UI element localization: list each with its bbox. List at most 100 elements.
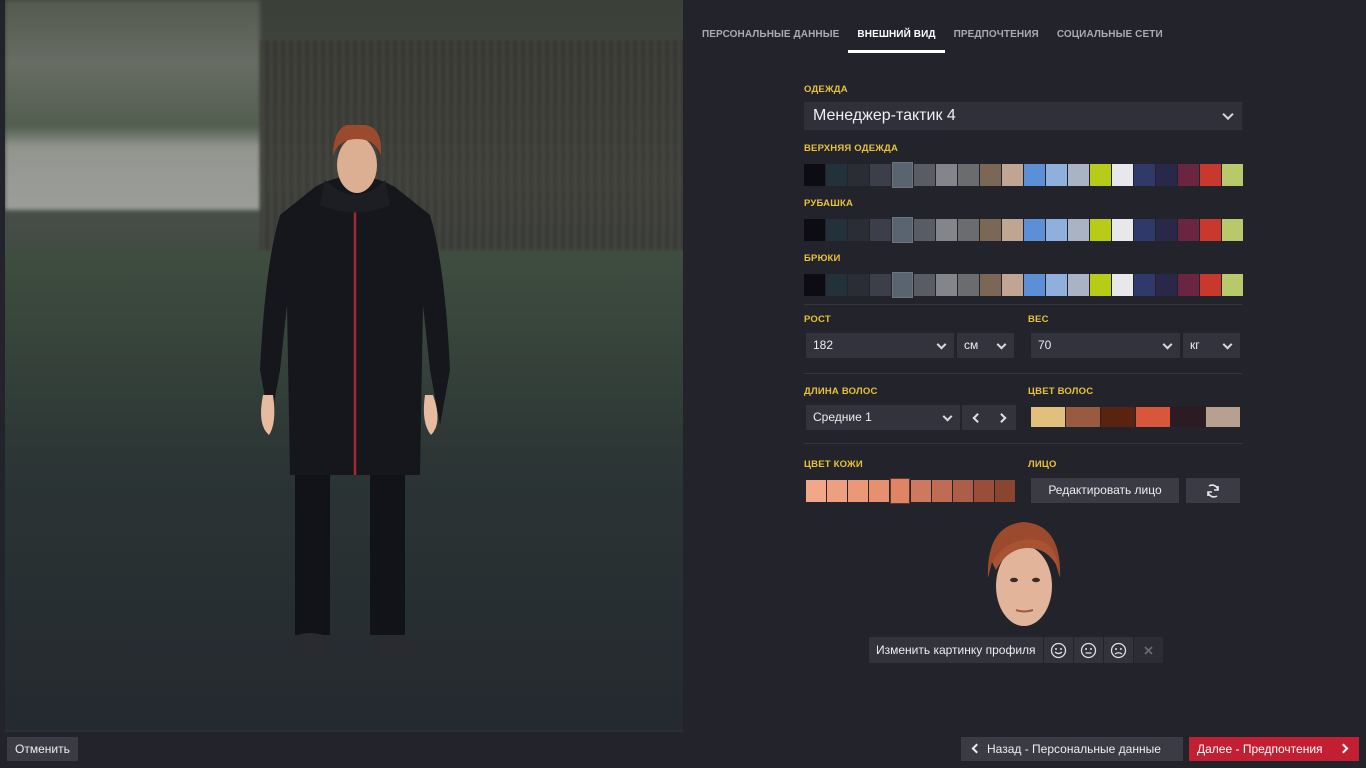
outerwear-color-swatch[interactable] <box>1178 164 1199 186</box>
outerwear-color-swatch[interactable] <box>1024 164 1045 186</box>
trousers-color-swatch[interactable] <box>1046 274 1067 296</box>
shirt-color-swatch[interactable] <box>1090 219 1111 241</box>
weight-select[interactable]: 70 <box>1031 333 1180 358</box>
skin-color-swatch[interactable] <box>911 480 931 502</box>
trousers-color-swatch[interactable] <box>848 274 869 296</box>
height-label: РОСТ <box>804 314 831 325</box>
tab-social-networks[interactable]: СОЦИАЛЬНЫЕ СЕТИ <box>1048 28 1172 53</box>
trousers-color-swatch[interactable] <box>1134 274 1155 296</box>
trousers-color-swatch[interactable] <box>1178 274 1199 296</box>
trousers-color-swatch[interactable] <box>958 274 979 296</box>
outerwear-color-swatch[interactable] <box>892 162 913 188</box>
shirt-color-swatch[interactable] <box>892 217 913 243</box>
shirt-color-swatch[interactable] <box>980 219 1001 241</box>
shirt-color-swatch[interactable] <box>1134 219 1155 241</box>
shirt-color-swatch[interactable] <box>1002 219 1023 241</box>
skin-color-swatch[interactable] <box>932 480 952 502</box>
outerwear-color-swatch[interactable] <box>1090 164 1111 186</box>
shirt-color-swatch[interactable] <box>826 219 847 241</box>
hair-length-select[interactable]: Средние 1 <box>806 405 960 430</box>
shirt-color-swatch[interactable] <box>1200 219 1221 241</box>
tab-appearance[interactable]: ВНЕШНИЙ ВИД <box>848 28 945 53</box>
shirt-color-swatch[interactable] <box>1068 219 1089 241</box>
trousers-color-swatch[interactable] <box>1222 274 1243 296</box>
trousers-color-swatch[interactable] <box>870 274 891 296</box>
neutral-expression-button[interactable] <box>1073 637 1103 663</box>
edit-face-button[interactable]: Редактировать лицо <box>1031 478 1179 503</box>
outerwear-color-swatch[interactable] <box>958 164 979 186</box>
shirt-color-swatch[interactable] <box>1222 219 1243 241</box>
trousers-color-swatch[interactable] <box>1090 274 1111 296</box>
skin-color-swatch[interactable] <box>848 480 868 502</box>
outerwear-color-swatch[interactable] <box>1156 164 1177 186</box>
hair-color-swatch[interactable] <box>1136 407 1170 427</box>
shirt-color-swatch[interactable] <box>1024 219 1045 241</box>
clothing-select[interactable]: Менеджер-тактик 4 <box>804 102 1242 130</box>
skin-color-swatch[interactable] <box>995 480 1015 502</box>
shirt-color-swatch[interactable] <box>1046 219 1067 241</box>
trousers-color-swatch[interactable] <box>980 274 1001 296</box>
hair-length-next-button[interactable] <box>989 405 1016 430</box>
skin-color-swatch[interactable] <box>974 480 994 502</box>
outerwear-color-swatch[interactable] <box>1046 164 1067 186</box>
trousers-color-swatch[interactable] <box>1112 274 1133 296</box>
shirt-color-swatch[interactable] <box>804 219 825 241</box>
outerwear-color-swatch[interactable] <box>980 164 1001 186</box>
trousers-color-swatch[interactable] <box>1002 274 1023 296</box>
shirt-color-swatch[interactable] <box>1156 219 1177 241</box>
outerwear-color-swatch[interactable] <box>804 164 825 186</box>
shirt-color-swatch[interactable] <box>914 219 935 241</box>
hair-color-swatch[interactable] <box>1101 407 1135 427</box>
back-button[interactable]: Назад - Персональные данные <box>961 737 1183 761</box>
cancel-button[interactable]: Отменить <box>7 737 78 761</box>
shirt-color-swatch[interactable] <box>936 219 957 241</box>
hair-color-swatch[interactable] <box>1031 407 1065 427</box>
trousers-color-swatch[interactable] <box>1068 274 1089 296</box>
hair-color-swatch[interactable] <box>1171 407 1205 427</box>
change-profile-picture-button[interactable]: Изменить картинку профиля <box>869 637 1043 663</box>
hair-length-prev-button[interactable] <box>962 405 989 430</box>
outerwear-color-swatch[interactable] <box>1002 164 1023 186</box>
shirt-color-swatch[interactable] <box>848 219 869 241</box>
outerwear-color-swatch[interactable] <box>936 164 957 186</box>
height-unit-select[interactable]: см <box>957 333 1014 358</box>
trousers-color-swatch[interactable] <box>1200 274 1221 296</box>
trousers-color-swatch[interactable] <box>1024 274 1045 296</box>
trousers-color-swatch[interactable] <box>936 274 957 296</box>
weight-unit-select[interactable]: кг <box>1183 333 1240 358</box>
tab-preferences[interactable]: ПРЕДПОЧТЕНИЯ <box>945 28 1048 53</box>
skin-color-swatch[interactable] <box>890 478 910 504</box>
trousers-color-swatch[interactable] <box>804 274 825 296</box>
randomize-face-button[interactable] <box>1186 478 1240 503</box>
skin-color-swatch[interactable] <box>827 480 847 502</box>
remove-profile-picture-button[interactable] <box>1133 637 1163 663</box>
skin-color-swatch[interactable] <box>953 480 973 502</box>
tab-personal-data[interactable]: ПЕРСОНАЛЬНЫЕ ДАННЫЕ <box>702 28 848 53</box>
trousers-color-swatch[interactable] <box>826 274 847 296</box>
hair-color-swatch[interactable] <box>1206 407 1240 427</box>
height-select[interactable]: 182 <box>806 333 954 358</box>
outerwear-color-swatch[interactable] <box>1068 164 1089 186</box>
hair-color-swatch[interactable] <box>1066 407 1100 427</box>
shirt-color-swatch[interactable] <box>1112 219 1133 241</box>
outerwear-color-swatch[interactable] <box>914 164 935 186</box>
next-button[interactable]: Далее - Предпочтения <box>1189 737 1359 761</box>
outerwear-color-swatch[interactable] <box>1134 164 1155 186</box>
avatar-3d-preview[interactable] <box>5 0 683 732</box>
outerwear-color-swatch[interactable] <box>870 164 891 186</box>
trousers-color-swatch[interactable] <box>1156 274 1177 296</box>
shirt-color-swatch[interactable] <box>1178 219 1199 241</box>
outerwear-color-swatch[interactable] <box>848 164 869 186</box>
skin-color-swatch[interactable] <box>869 480 889 502</box>
shirt-color-swatch[interactable] <box>870 219 891 241</box>
outerwear-color-swatch[interactable] <box>1200 164 1221 186</box>
outerwear-color-swatch[interactable] <box>1222 164 1243 186</box>
trousers-color-swatch[interactable] <box>892 272 913 298</box>
happy-expression-button[interactable] <box>1043 637 1073 663</box>
outerwear-color-swatch[interactable] <box>1112 164 1133 186</box>
shirt-color-swatch[interactable] <box>958 219 979 241</box>
skin-color-swatch[interactable] <box>806 480 826 502</box>
sad-expression-button[interactable] <box>1103 637 1133 663</box>
trousers-color-swatch[interactable] <box>914 274 935 296</box>
outerwear-color-swatch[interactable] <box>826 164 847 186</box>
